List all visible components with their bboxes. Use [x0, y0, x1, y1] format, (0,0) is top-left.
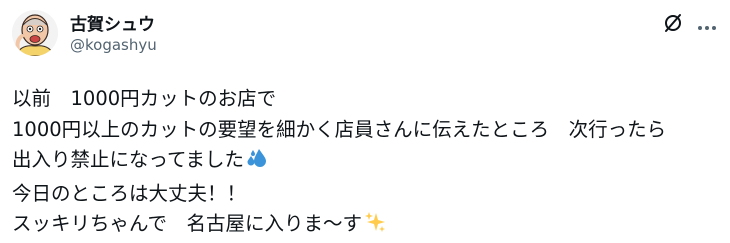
post-line: スッキリちゃんで 名古屋に入りま～す	[12, 209, 724, 243]
more-options-button[interactable]	[694, 12, 720, 38]
post-line: 以前 1000円カットのお店で	[12, 87, 277, 110]
post-line: 出入り禁止になってました	[12, 145, 724, 179]
post-text: 以前 1000円カットのお店で 1000円以上のカットの要望を細かく店員さんに伝…	[12, 84, 724, 243]
author-handle[interactable]: @kogashyu	[70, 36, 157, 54]
sparkles-emoji	[364, 211, 386, 243]
post-line: 今日のところは大丈夫！！	[12, 181, 247, 205]
sweat-droplets-emoji	[246, 147, 268, 179]
post-line: 1000円以上のカットの要望を細かく店員さんに伝えたところ 次行ったら	[12, 117, 667, 141]
grok-icon	[662, 12, 684, 38]
grok-button[interactable]	[660, 12, 686, 38]
post-line-text: スッキリちゃんで 名古屋に入りま～す	[12, 212, 363, 235]
author-name[interactable]: 古賀シュウ	[70, 10, 155, 35]
post-header: 古賀シュウ @kogashyu	[0, 0, 730, 66]
avatar[interactable]	[12, 10, 58, 56]
post-line-text: 出入り禁止になってました	[12, 148, 245, 171]
more-options-icon	[697, 16, 717, 35]
